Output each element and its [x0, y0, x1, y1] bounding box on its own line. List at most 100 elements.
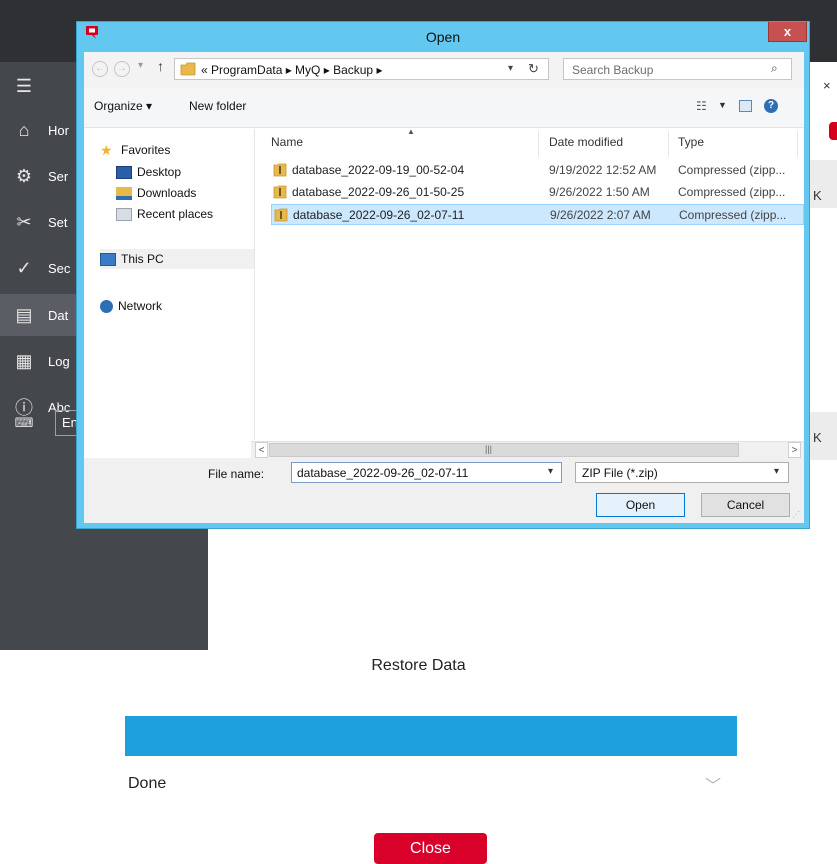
address-row: ← → ▾ ↑ « ProgramData ▸ MyQ ▸ Backup ▸ ▾…	[84, 52, 804, 88]
sidebar-item-label: Hor	[48, 122, 69, 138]
language-icon: ⌨	[14, 415, 34, 430]
file-date: 9/26/2022 1:50 AM	[549, 185, 650, 199]
nav-item-network[interactable]: Network	[100, 296, 270, 316]
file-date: 9/19/2022 12:52 AM	[549, 163, 657, 177]
dialog-body: ← → ▾ ↑ « ProgramData ▸ MyQ ▸ Backup ▸ ▾…	[84, 52, 804, 523]
preview-pane-icon[interactable]	[739, 100, 752, 112]
shield-check-icon: ✓	[16, 257, 32, 278]
restore-progress-bar	[125, 716, 737, 756]
address-bar[interactable]: « ProgramData ▸ MyQ ▸ Backup ▸ ▾ ↻	[174, 58, 549, 80]
sidebar-item-label: Ser	[48, 168, 69, 184]
navigation-pane: ★ Favorites Desktop Downloads Recent pla…	[84, 129, 255, 440]
chevron-down-icon[interactable]: ▾	[548, 466, 553, 477]
recent-places-icon	[116, 207, 132, 221]
column-header-type[interactable]: Type	[678, 135, 704, 149]
sidebar-item-label: Log	[48, 353, 70, 369]
star-icon: ★	[100, 141, 113, 158]
file-row-selected[interactable]: database_2022-09-26_02-07-11 9/26/2022 2…	[271, 204, 804, 225]
computer-icon	[100, 252, 116, 266]
restore-data-title: Restore Data	[371, 657, 466, 674]
address-path: « ProgramData ▸ MyQ ▸ Backup ▸	[201, 63, 383, 77]
folder-icon	[180, 62, 196, 76]
close-button[interactable]: Close	[374, 833, 487, 864]
log-icon: ▦	[15, 350, 33, 371]
search-input[interactable]: Search Backup ⌕	[563, 58, 792, 80]
forward-arrow-icon[interactable]: →	[114, 61, 130, 77]
app-red-badge	[829, 122, 837, 140]
network-icon	[100, 299, 113, 313]
organize-button[interactable]: Organize ▾	[94, 99, 152, 113]
file-type-value: ZIP File (*.zip)	[582, 466, 658, 480]
search-placeholder: Search Backup	[572, 63, 654, 77]
scrollbar-thumb[interactable]: |||	[269, 443, 739, 457]
file-name: database_2022-09-19_00-52-04	[292, 163, 465, 177]
file-name-input[interactable]: database_2022-09-26_02-07-11 ▾	[291, 462, 562, 483]
column-header-name[interactable]: Name	[271, 135, 303, 149]
downloads-icon	[116, 186, 132, 200]
new-folder-button[interactable]: New folder	[189, 99, 246, 113]
right-text-fragment: K	[813, 430, 822, 445]
zip-folder-icon	[273, 163, 287, 177]
dialog-title: Open	[425, 29, 461, 45]
dialog-title-bar[interactable]: Open x	[77, 22, 809, 50]
nav-item-label: Downloads	[137, 186, 197, 200]
column-separator[interactable]	[797, 131, 798, 157]
column-header-date[interactable]: Date modified	[549, 135, 623, 149]
scroll-right-arrow-icon[interactable]: >	[788, 442, 801, 458]
dialog-toolbar: Organize ▾ New folder ☷ ▼ ?	[84, 88, 804, 128]
file-row[interactable]: database_2022-09-26_01-50-25 9/26/2022 1…	[271, 182, 804, 203]
sidebar-item-label: Dat	[48, 307, 69, 323]
dialog-close-button[interactable]: x	[768, 22, 807, 42]
nav-item-this-pc[interactable]: This PC	[100, 249, 254, 269]
file-type-select[interactable]: ZIP File (*.zip) ▾	[575, 462, 789, 483]
history-dropdown-icon[interactable]: ▾	[138, 60, 143, 71]
right-text-fragment: K	[813, 188, 822, 203]
file-name: database_2022-09-26_01-50-25	[292, 185, 465, 199]
file-date: 9/26/2022 2:07 AM	[550, 208, 651, 222]
nav-item-label: Network	[118, 299, 163, 313]
back-arrow-icon[interactable]: ←	[92, 61, 108, 77]
view-dropdown-icon[interactable]: ▼	[718, 100, 727, 110]
nav-item-label: This PC	[121, 252, 164, 266]
scroll-left-arrow-icon[interactable]: <	[255, 442, 268, 458]
nav-item-favorites[interactable]: ★ Favorites	[100, 140, 270, 160]
resize-grip-icon[interactable]: ⋰	[792, 510, 800, 519]
progress-fill	[125, 716, 737, 756]
right-close-fragment[interactable]: ×	[823, 78, 831, 93]
column-separator[interactable]	[538, 131, 539, 157]
horizontal-scrollbar[interactable]: < ||| >	[251, 441, 804, 458]
open-button[interactable]: Open	[596, 493, 685, 517]
cancel-button[interactable]: Cancel	[701, 493, 790, 517]
chevron-down-icon[interactable]: ▾	[774, 466, 779, 477]
open-file-dialog: Open x ← → ▾ ↑ « ProgramData ▸ MyQ ▸ Bac…	[76, 21, 810, 529]
file-name: database_2022-09-26_02-07-11	[293, 208, 465, 222]
nav-item-label: Recent places	[137, 207, 214, 221]
refresh-icon[interactable]: ↻	[528, 61, 539, 77]
nav-item-label: Desktop	[137, 165, 182, 179]
scrollbar-grip-icon: |||	[485, 444, 493, 454]
up-arrow-icon[interactable]: ↑	[157, 58, 164, 74]
file-row[interactable]: database_2022-09-19_00-52-04 9/19/2022 1…	[271, 160, 804, 181]
file-type: Compressed (zipp...	[678, 185, 786, 199]
gear-icon: ⚙	[15, 165, 33, 186]
hamburger-menu-icon[interactable]: ☰	[0, 71, 48, 101]
search-icon[interactable]: ⌕	[771, 61, 778, 76]
file-type: Compressed (zipp...	[678, 163, 786, 177]
database-icon: ▤	[15, 304, 33, 325]
view-options-icon[interactable]: ☷	[696, 99, 707, 113]
desktop-icon	[116, 165, 132, 179]
nav-item-label: Favorites	[121, 143, 171, 157]
home-icon: ⌂	[18, 119, 30, 140]
column-separator[interactable]	[668, 131, 669, 157]
sidebar-item-label: Set	[48, 214, 68, 230]
sidebar-item-label: Sec	[48, 260, 71, 276]
file-name-label: File name:	[208, 467, 265, 481]
file-type: Compressed (zipp...	[679, 208, 787, 222]
restore-status-text: Done	[128, 775, 167, 792]
help-icon[interactable]: ?	[764, 99, 778, 113]
address-dropdown-icon[interactable]: ▾	[508, 63, 513, 74]
file-list: ▲ Name Date modified Type database_2022-…	[255, 127, 804, 441]
sort-arrow-icon: ▲	[407, 127, 415, 136]
chevron-down-icon[interactable]: ﹀	[705, 772, 721, 796]
tools-icon: ✂	[16, 211, 32, 232]
